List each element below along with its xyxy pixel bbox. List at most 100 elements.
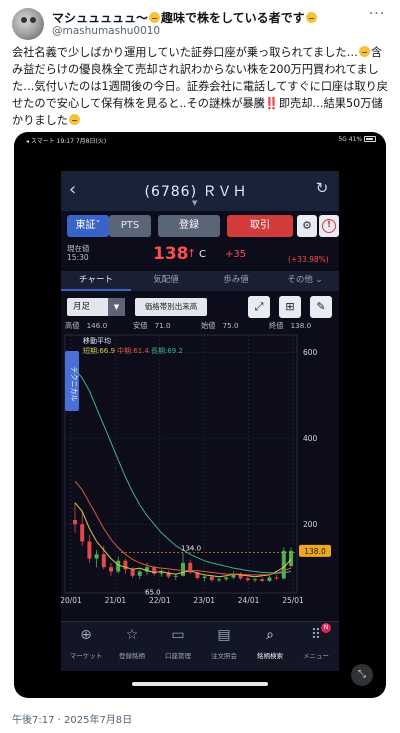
tweet-timestamp[interactable]: 午後7:17 · 2025年7月8日 [12,711,132,726]
stock-title[interactable]: (6786) ＲＶＨ [121,181,271,201]
ohlc-high: 高値 146.0 [65,321,108,330]
period-select[interactable]: 月足 ▼ [67,298,125,316]
candle-body [217,579,221,581]
document-icon: ▤ [217,627,231,643]
display-name-suffix: 趣味で株をしている者です [161,11,305,25]
nav-account[interactable]: ▭ 口座管理 [153,626,203,666]
up-arrow-icon: ↑ [187,247,197,260]
candle-body [245,578,250,581]
price-label: 現在値 15:30 [67,244,90,262]
candle-body [130,569,135,576]
tweet-media-image[interactable]: ◂ スマート 19:17 7月8日(火) 5G 41% ‹ (6786) ＲＶＨ… [14,132,386,698]
action-button-row: 東証ˇ PTS 登録 取引 ⚙ ! [61,215,339,239]
current-price: 138 [153,244,189,264]
register-button[interactable]: 登録 [158,215,220,237]
candle-body [181,562,185,576]
candle-body [101,554,106,568]
nav-label: 登録銘柄 [119,652,145,660]
volume-profile-button[interactable]: 価格帯別出来高 [135,298,207,316]
x-tick-label: 21/01 [105,596,127,605]
candle-body [80,524,85,542]
price-label-time: 15:30 [67,253,89,262]
expressionless-emoji-icon [358,46,370,57]
notification-badge: N [321,623,331,633]
refresh-icon[interactable]: ↻ [313,179,331,199]
market-pts-button[interactable]: PTS [109,215,151,237]
candle-body [202,576,207,578]
info-icon: ! [322,219,336,233]
candle-body [224,577,229,580]
avatar-eye [21,17,27,23]
ios-status-bar: ◂ スマート 19:17 7月8日(火) 5G 41% [26,136,376,146]
bell-icon[interactable]: ⚙ [297,215,317,237]
moving-average-line [74,369,292,574]
market-tse-button[interactable]: 東証ˇ [67,215,109,237]
nav-search[interactable]: ⌕ 銘柄検索 [245,626,295,666]
nav-menu[interactable]: ⠿ メニュー N [291,623,341,666]
detail-tabs: チャート 気配値 歩み値 その他 ⌄ [61,271,339,291]
tab-trades[interactable]: 歩み値 [201,271,271,291]
tab-quotes[interactable]: 気配値 [131,271,201,291]
price-flag: C [199,249,206,260]
price-label-line1: 現在値 [67,244,90,253]
card-icon: ▭ [171,627,185,643]
candle-body [173,575,178,577]
price-change: +35 [225,249,247,260]
nav-market[interactable]: ⊕ マーケット [61,626,111,666]
x-tick-label: 23/01 [193,596,215,605]
nav-label: マーケット [69,652,103,660]
alert-info-button[interactable]: ! [319,215,339,237]
bottom-nav: ⊕ マーケット ☆ 登録銘柄 ▭ 口座管理 ▤ 注文照会 ⌕ 銘柄検索 ⠿ メニ… [61,621,339,671]
display-name[interactable]: マシュュュュュ～ 趣味で株をしている者です [52,9,318,26]
globe-icon: ⊕ [80,627,92,643]
legend-entry: 長期:69.2 [151,347,183,355]
tab-chart[interactable]: チャート [61,271,131,291]
status-right: 5G 41% [338,136,376,143]
low-annotation: 65.0 [145,588,161,596]
candle-body [137,571,142,576]
expressionless-emoji-icon [305,12,317,23]
ohlc-row: 高値 146.0 安値 71.0 始値 75.0 終値 138.0 [61,321,339,331]
more-options-button[interactable]: ··· [366,7,388,26]
legend-entry: 短期:66.9 [83,346,115,355]
back-chevron-icon[interactable]: ‹ [69,180,83,200]
search-icon: ⌕ [266,627,274,643]
display-name-text: マシュュュュュ～ [52,11,149,25]
nav-orders[interactable]: ▤ 注文照会 [199,626,249,666]
user-handle[interactable]: @mashumashu0010 [52,25,160,37]
y-tick-label: 400 [303,434,318,443]
ma-header: 移動平均 [83,336,111,345]
candle-body [87,541,92,559]
x-tick-label: 24/01 [238,596,260,605]
tab-other[interactable]: その他 ⌄ [271,271,339,291]
star-icon: ☆ [125,627,139,643]
nav-label: 銘柄検索 [257,652,283,660]
tweet-text-part1: 会社名義で少しばかり運用していた証券口座が乗っ取られてました… [12,46,358,59]
nav-watchlist[interactable]: ☆ 登録銘柄 [107,626,157,666]
expand-media-icon[interactable]: ⤡ [351,664,373,686]
battery-icon [364,136,376,142]
status-left: ◂ スマート 19:17 7月8日(火) [26,138,107,145]
avatar[interactable] [12,8,44,40]
grid-layout-icon[interactable]: ⊞ [279,296,301,318]
price-chart[interactable]: 20/01 21/01 22/01 23/01 24/01 25/01 200 400 600 テ… [60,331,339,641]
x-tick-label: 25/01 [282,596,304,605]
menu-dots-icon: ⠿ [310,627,322,643]
expressionless-emoji-icon [149,12,161,23]
trade-button[interactable]: 取引 [227,215,293,237]
current-price-label: 138.0 [304,547,326,556]
price-chart-svg[interactable]: 20/01 21/01 22/01 23/01 24/01 25/01200400600テ… [60,331,339,621]
fullscreen-icon[interactable]: ⤢ [248,296,270,318]
candle-body [274,577,279,579]
tweet-text: 会社名義で少しばかり運用していた証券口座が乗っ取られてました… 含み益だらけの優良… [12,44,388,129]
chevron-down-icon[interactable]: ▼ [192,199,197,207]
high-annotation: 134.0 [181,545,201,553]
candle-body [116,560,121,572]
candle-body [209,576,214,581]
draw-pencil-icon[interactable]: ✎ [310,296,332,318]
candle-body [260,579,265,581]
double-exclamation-icon: ‼️ [264,97,279,110]
candle-body [267,577,272,581]
chart-frame [64,334,298,594]
app-nav-bar: ‹ (6786) ＲＶＨ ▼ ↻ [61,171,339,211]
